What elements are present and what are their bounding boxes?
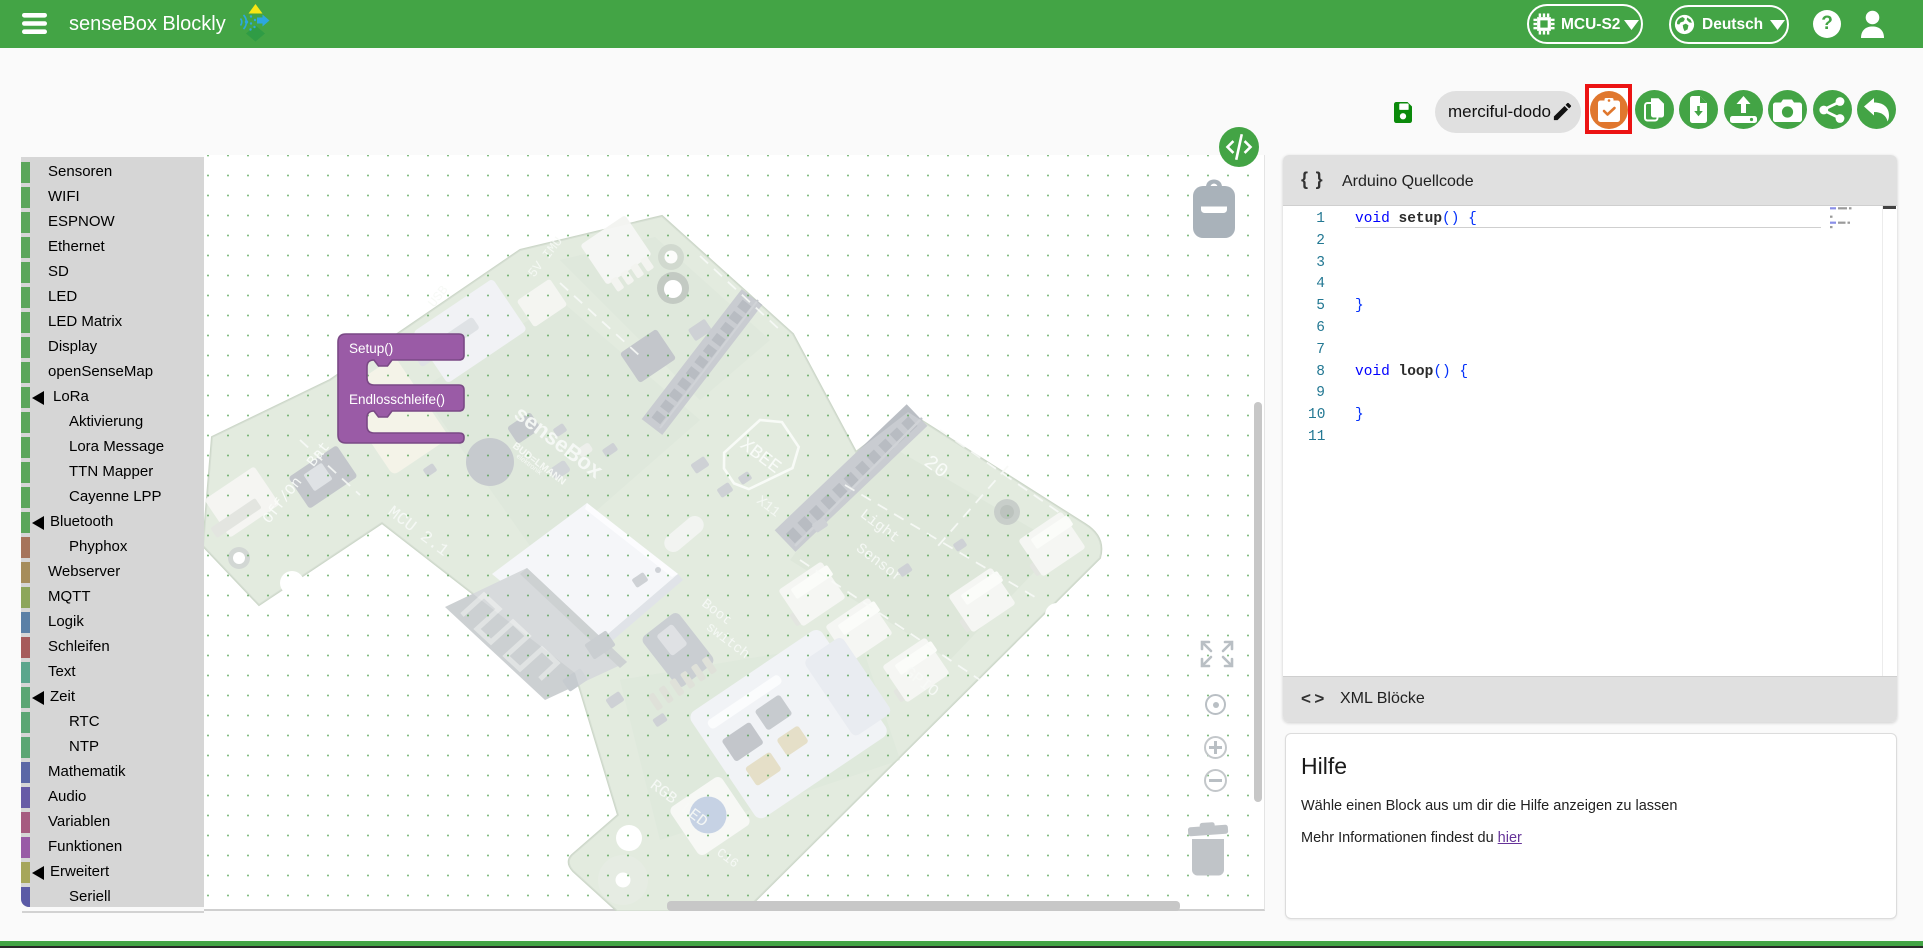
svg-text:Endlosschleife(): Endlosschleife() <box>349 392 445 407</box>
svg-text:Setup(): Setup() <box>349 341 393 356</box>
